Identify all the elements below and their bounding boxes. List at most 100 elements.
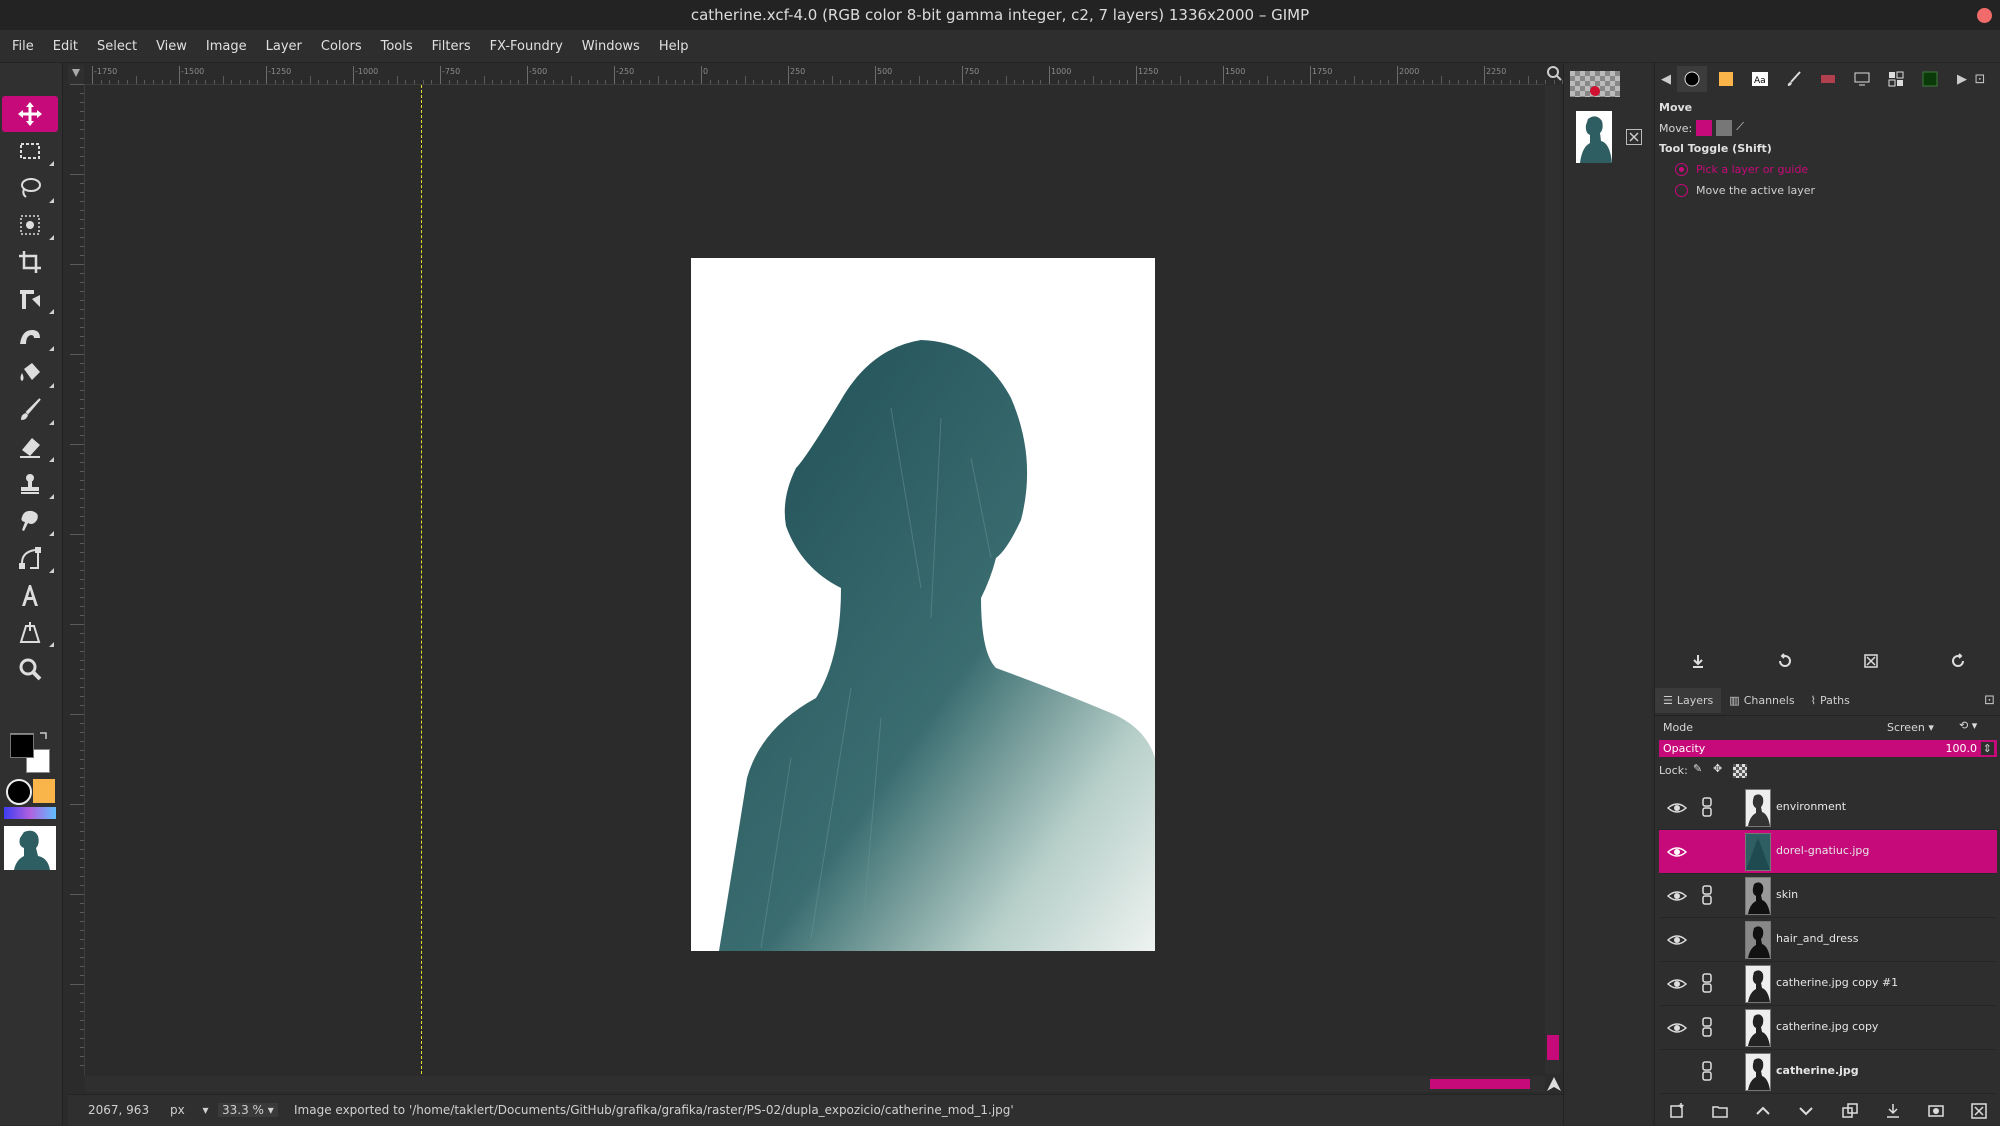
horizontal-scroll-thumb[interactable]	[1430, 1079, 1530, 1089]
move-path-mode-icon[interactable]: ⟋	[1736, 120, 1752, 136]
warp-tool[interactable]	[2, 318, 58, 354]
image-tab-thumbnail[interactable]	[1570, 71, 1620, 97]
color-picker-tool[interactable]	[2, 614, 58, 650]
navigate-icon[interactable]	[1546, 1076, 1562, 1092]
pattern-preview[interactable]	[33, 779, 55, 803]
visibility-eye-icon[interactable]	[1667, 886, 1687, 906]
close-window-button[interactable]	[1977, 8, 1992, 23]
foreground-color-swatch[interactable]	[10, 734, 34, 758]
image-canvas[interactable]	[85, 85, 1545, 1074]
menu-file[interactable]: File	[0, 39, 41, 54]
paintbrush-tool[interactable]	[2, 392, 58, 428]
zoom-select[interactable]: 33.3 % ▾	[218, 1103, 278, 1117]
mode-reset-icon[interactable]: ⟲ ▾	[1959, 719, 1977, 732]
menu-help[interactable]: Help	[647, 39, 696, 54]
move-selection-mode-icon[interactable]	[1716, 120, 1733, 136]
scroll-right-icon[interactable]: ▶	[1955, 66, 1969, 92]
chain-link-icon[interactable]	[1697, 797, 1717, 817]
chain-link-icon[interactable]	[1697, 1017, 1717, 1037]
duplicate-layer-icon[interactable]	[1841, 1103, 1858, 1119]
brush-preview[interactable]	[6, 779, 32, 805]
tab-palette[interactable]	[1915, 66, 1945, 92]
tab-device-status[interactable]	[1847, 66, 1877, 92]
new-layer-group-icon[interactable]	[1712, 1103, 1728, 1119]
move-layer-mode-icon[interactable]	[1696, 120, 1713, 136]
menu-tools[interactable]: Tools	[369, 39, 420, 54]
layer-row-environment[interactable]: environment	[1659, 786, 1997, 830]
layer-row-hair-and-dress[interactable]: hair_and_dress	[1659, 918, 1997, 962]
tab-images[interactable]	[1881, 66, 1911, 92]
visibility-eye-icon[interactable]	[1667, 1018, 1687, 1038]
lower-layer-icon[interactable]	[1798, 1103, 1814, 1119]
chain-link-icon[interactable]	[1697, 973, 1717, 993]
visibility-eye-icon[interactable]	[1667, 974, 1687, 994]
eraser-tool[interactable]	[2, 429, 58, 465]
lock-alpha-icon[interactable]	[1733, 764, 1747, 778]
mode-select[interactable]: Screen ▾	[1887, 721, 1934, 734]
tab-channels[interactable]: ▥ Channels	[1721, 688, 1802, 713]
layer-row-catherine-copy[interactable]: catherine.jpg copy	[1659, 1006, 1997, 1050]
menu-filters[interactable]: Filters	[420, 39, 478, 54]
paths-tool[interactable]	[2, 540, 58, 576]
unit-select[interactable]: px ▾	[170, 1103, 209, 1117]
zoom-tool[interactable]	[2, 651, 58, 687]
merge-down-icon[interactable]	[1885, 1103, 1901, 1119]
lock-pixels-icon[interactable]: ✎	[1693, 762, 1702, 775]
layers-menu-icon[interactable]: ⊡	[1984, 693, 1995, 708]
raise-layer-icon[interactable]	[1755, 1103, 1771, 1119]
smudge-tool[interactable]	[2, 503, 58, 539]
menu-layer[interactable]: Layer	[254, 39, 309, 54]
chain-link-icon[interactable]	[1697, 885, 1717, 905]
tab-paths[interactable]: ⌇ Paths	[1803, 688, 1858, 713]
horizontal-ruler[interactable]: -1750 -1500 -1250 -1000 -750 -500 -250 0 250 500 7…	[84, 65, 1564, 85]
horizontal-scrollbar[interactable]	[85, 1076, 1545, 1092]
layer-mask-icon[interactable]	[1928, 1103, 1944, 1119]
tab-tool-options[interactable]	[1677, 66, 1707, 92]
layer-row-catherine-copy-1[interactable]: catherine.jpg copy #1	[1659, 962, 1997, 1006]
clone-tool[interactable]	[2, 466, 58, 502]
bucket-fill-tool[interactable]	[2, 355, 58, 391]
scroll-left-icon[interactable]: ◀	[1659, 66, 1673, 92]
move-tool[interactable]	[2, 96, 58, 132]
tab-fonts[interactable]: Aa	[1745, 66, 1775, 92]
delete-options-icon[interactable]	[1863, 653, 1879, 669]
reset-options-icon[interactable]	[1950, 653, 1966, 669]
layer-row-dorel-gnatiuc[interactable]: dorel-gnatiuc.jpg	[1659, 830, 1997, 874]
chain-link-icon[interactable]	[1697, 1061, 1717, 1081]
dock-menu-icon[interactable]: ⊡	[1973, 66, 1987, 92]
fuzzy-select-tool[interactable]	[2, 207, 58, 243]
vertical-guide[interactable]	[421, 85, 422, 1074]
tab-brushes[interactable]	[1779, 66, 1809, 92]
text-tool[interactable]	[2, 577, 58, 613]
opacity-slider[interactable]: Opacity 100.0 ⇕	[1659, 740, 1997, 757]
layer-row-skin[interactable]: skin	[1659, 874, 1997, 918]
free-select-tool[interactable]	[2, 170, 58, 206]
layer-row-catherine[interactable]: catherine.jpg	[1659, 1050, 1997, 1094]
crop-tool[interactable]	[2, 244, 58, 280]
menu-view[interactable]: View	[144, 39, 194, 54]
vertical-scroll-thumb[interactable]	[1547, 1035, 1559, 1060]
option-pick-layer[interactable]: Pick a layer or guide	[1675, 163, 1997, 176]
rect-select-tool[interactable]	[2, 133, 58, 169]
opacity-spinner-icon[interactable]: ⇕	[1980, 742, 1994, 755]
lock-position-icon[interactable]: ✥	[1713, 762, 1722, 775]
menu-fx-foundry[interactable]: FX-Foundry	[478, 39, 570, 54]
transform-tool[interactable]	[2, 281, 58, 317]
tab-layers[interactable]: ☰ Layers	[1655, 687, 1722, 713]
close-image-icon[interactable]	[1626, 129, 1642, 145]
menu-colors[interactable]: Colors	[309, 39, 369, 54]
zoom-to-fit-icon[interactable]	[1546, 65, 1562, 84]
menu-windows[interactable]: Windows	[570, 39, 647, 54]
open-image-thumbnail[interactable]	[1576, 111, 1612, 163]
new-layer-icon[interactable]	[1669, 1103, 1685, 1119]
vertical-ruler[interactable]	[68, 84, 85, 1076]
tab-gradients[interactable]	[1813, 66, 1843, 92]
visibility-eye-icon[interactable]	[1667, 842, 1687, 862]
menu-edit[interactable]: Edit	[41, 39, 85, 54]
menu-image[interactable]: Image	[194, 39, 254, 54]
menu-select[interactable]: Select	[85, 39, 144, 54]
delete-layer-icon[interactable]	[1971, 1103, 1988, 1119]
visibility-eye-icon[interactable]	[1667, 798, 1687, 818]
vertical-scrollbar[interactable]	[1545, 85, 1561, 1074]
gradient-preview[interactable]	[4, 807, 56, 819]
